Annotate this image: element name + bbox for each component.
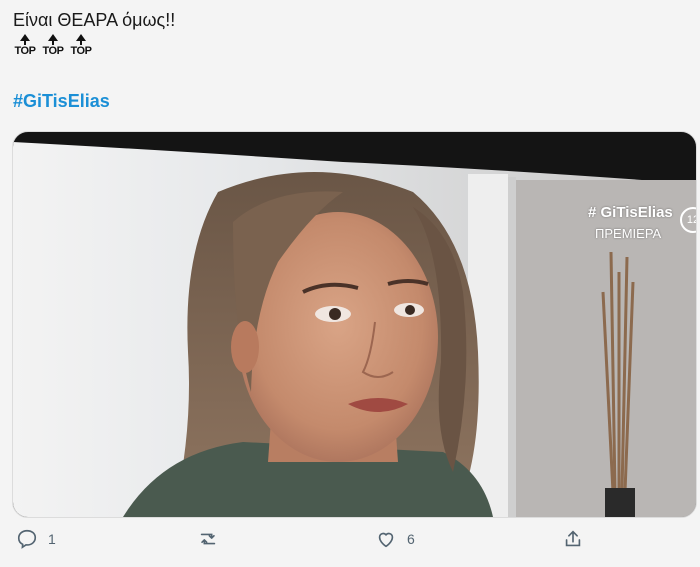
top-arrow-icon: TOP — [41, 34, 65, 57]
top-arrow-icon: TOP — [69, 34, 93, 57]
reply-button[interactable]: 1 — [16, 528, 56, 550]
heart-icon — [378, 532, 394, 548]
overlay-hashtag: # GiTisElias — [588, 204, 673, 221]
overlay-hashtag-text: # GiTisElias — [588, 204, 673, 221]
retweet-button[interactable] — [197, 528, 229, 550]
top-emoji-row: TOP TOP TOP — [13, 34, 93, 57]
retweet-icon — [200, 533, 216, 545]
top-arrow-icon: TOP — [13, 34, 37, 57]
overlay-subtitle: ΠΡΕΜΙΕΡΑ — [595, 226, 662, 241]
hashtag-link[interactable]: #GiTisElias — [13, 91, 110, 112]
top-emoji-label: TOP — [42, 45, 64, 57]
tv-screenshot — [13, 132, 696, 517]
tweet-actions: 1 6 — [0, 528, 700, 564]
top-emoji-label: TOP — [14, 45, 36, 57]
tweet-media-image[interactable]: # GiTisElias ΠΡΕΜΙΕΡΑ 12 — [12, 131, 697, 518]
tweet-text: Είναι ΘΕΑΡΑ όμως!! — [13, 10, 176, 30]
top-emoji-label: TOP — [70, 45, 92, 57]
share-icon — [565, 530, 581, 547]
reply-count: 1 — [48, 531, 56, 547]
like-count: 6 — [407, 531, 415, 547]
like-button[interactable]: 6 — [375, 528, 415, 550]
reply-icon — [17, 529, 37, 549]
share-button[interactable] — [562, 528, 584, 550]
